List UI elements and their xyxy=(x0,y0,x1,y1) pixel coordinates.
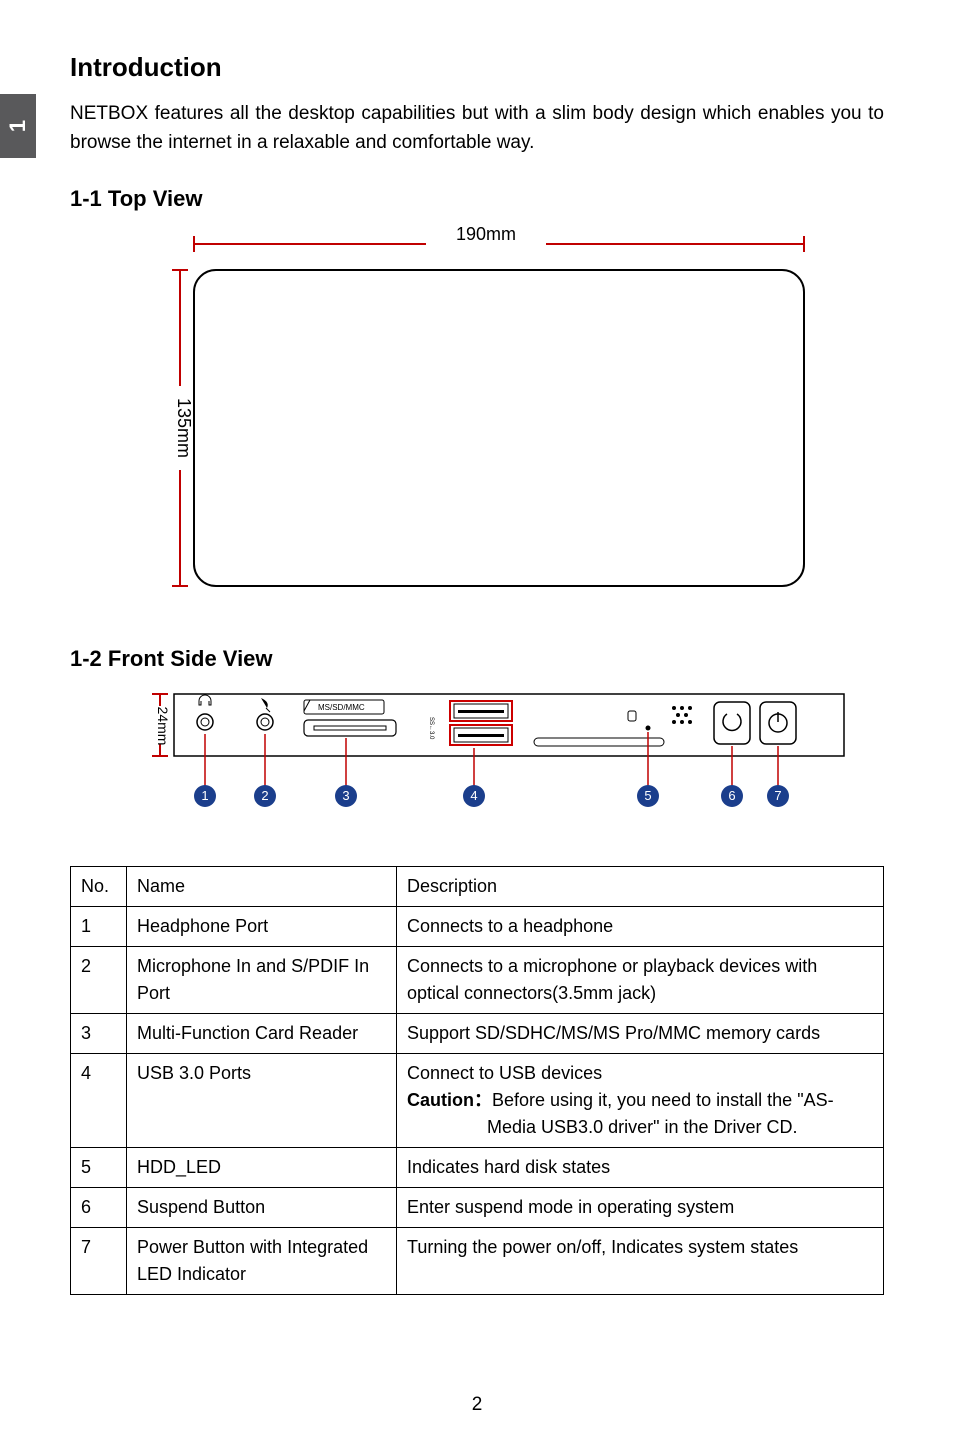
table-row: 7Power Button with Integrated LED Indica… xyxy=(71,1227,884,1294)
callout-6: 6 xyxy=(728,788,735,803)
usb-label: SS←3.0 xyxy=(428,717,434,740)
col-no: No. xyxy=(71,866,127,906)
cell-desc: Connects to a microphone or playback dev… xyxy=(397,946,884,1013)
table-row: 4USB 3.0 PortsConnect to USB devicesCaut… xyxy=(71,1053,884,1147)
page-number: 2 xyxy=(0,1394,954,1416)
cell-name: Suspend Button xyxy=(127,1187,397,1227)
cell-no: 5 xyxy=(71,1147,127,1187)
table-row: 2Microphone In and S/PDIF In PortConnect… xyxy=(71,946,884,1013)
card-slot-label: MS/SD/MMC xyxy=(318,703,365,712)
callout-3: 3 xyxy=(342,788,349,803)
col-name: Name xyxy=(127,866,397,906)
cell-no: 7 xyxy=(71,1227,127,1294)
callout-1: 1 xyxy=(201,788,208,803)
top-view-diagram: 190mm 135mm xyxy=(134,226,884,606)
cell-no: 6 xyxy=(71,1187,127,1227)
cell-desc: Turning the power on/off, Indicates syst… xyxy=(397,1227,884,1294)
front-height-label: 24mm xyxy=(155,706,171,745)
top-width-label: 190mm xyxy=(456,226,516,244)
cell-name: Power Button with Integrated LED Indicat… xyxy=(127,1227,397,1294)
cell-name: HDD_LED xyxy=(127,1147,397,1187)
callout-4: 4 xyxy=(470,788,477,803)
table-row: 6Suspend ButtonEnter suspend mode in ope… xyxy=(71,1187,884,1227)
heading-top-view: 1-1 Top View xyxy=(70,186,884,212)
callout-5: 5 xyxy=(644,788,651,803)
top-height-label: 135mm xyxy=(174,398,194,458)
cell-desc: Support SD/SDHC/MS/MS Pro/MMC memory car… xyxy=(397,1013,884,1053)
cell-desc: Connects to a headphone xyxy=(397,906,884,946)
cell-name: Headphone Port xyxy=(127,906,397,946)
heading-introduction: Introduction xyxy=(70,52,884,83)
chapter-side-tab: 1 xyxy=(0,94,36,158)
chapter-number: 1 xyxy=(5,120,31,132)
table-row: 1Headphone PortConnects to a headphone xyxy=(71,906,884,946)
heading-front-view: 1-2 Front Side View xyxy=(70,646,884,672)
intro-paragraph: NETBOX features all the desktop capabili… xyxy=(70,99,884,158)
table-row: 5HDD_LEDIndicates hard disk states xyxy=(71,1147,884,1187)
cell-no: 2 xyxy=(71,946,127,1013)
cell-name: Microphone In and S/PDIF In Port xyxy=(127,946,397,1013)
cell-name: USB 3.0 Ports xyxy=(127,1053,397,1147)
cell-no: 1 xyxy=(71,906,127,946)
col-desc: Description xyxy=(397,866,884,906)
table-row: 3Multi-Function Card ReaderSupport SD/SD… xyxy=(71,1013,884,1053)
front-view-diagram: 24mm xyxy=(134,686,884,826)
cell-desc: Enter suspend mode in operating system xyxy=(397,1187,884,1227)
callout-7: 7 xyxy=(774,788,781,803)
callout-2: 2 xyxy=(261,788,268,803)
cell-name: Multi-Function Card Reader xyxy=(127,1013,397,1053)
ports-table: No. Name Description 1Headphone PortConn… xyxy=(70,866,884,1295)
cell-desc: Connect to USB devicesCaution：Before usi… xyxy=(397,1053,884,1147)
cell-no: 4 xyxy=(71,1053,127,1147)
cell-no: 3 xyxy=(71,1013,127,1053)
cell-desc: Indicates hard disk states xyxy=(397,1147,884,1187)
